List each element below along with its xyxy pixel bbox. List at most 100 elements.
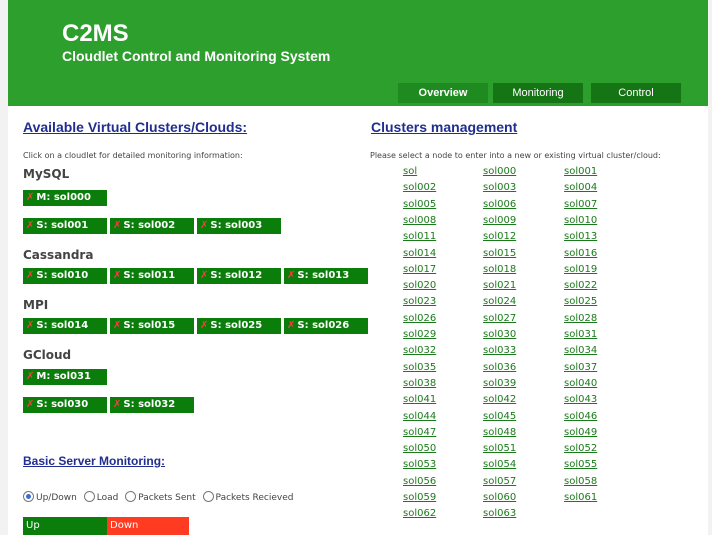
node-button-sol013[interactable]: ✗ S: sol013 xyxy=(284,268,368,284)
node-link-sol030[interactable]: sol030 xyxy=(483,329,516,340)
node-link-sol051[interactable]: sol051 xyxy=(483,443,516,454)
node-link-sol017[interactable]: sol017 xyxy=(403,264,436,275)
node-link-sol059[interactable]: sol059 xyxy=(403,492,436,503)
node-link-sol011[interactable]: sol011 xyxy=(403,231,436,242)
node-link-sol015[interactable]: sol015 xyxy=(483,248,516,259)
node-link-sol008[interactable]: sol008 xyxy=(403,215,436,226)
x-remove-icon[interactable]: ✗ xyxy=(26,220,34,231)
node-link-sol014[interactable]: sol014 xyxy=(403,248,436,259)
node-link-sol044[interactable]: sol044 xyxy=(403,411,436,422)
node-button-sol011[interactable]: ✗ S: sol011 xyxy=(110,268,194,284)
node-link-sol019[interactable]: sol019 xyxy=(564,264,597,275)
node-link-sol031[interactable]: sol031 xyxy=(564,329,597,340)
node-button-sol003[interactable]: ✗ S: sol003 xyxy=(197,218,281,234)
node-link-sol020[interactable]: sol020 xyxy=(403,280,436,291)
x-remove-icon[interactable]: ✗ xyxy=(113,220,121,231)
x-remove-icon[interactable]: ✗ xyxy=(200,320,208,331)
x-remove-icon[interactable]: ✗ xyxy=(26,320,34,331)
node-link-sol042[interactable]: sol042 xyxy=(483,394,516,405)
node-button-sol000[interactable]: ✗ M: sol000 xyxy=(23,190,107,206)
node-link-sol010[interactable]: sol010 xyxy=(564,215,597,226)
nav-overview-button[interactable]: Overview xyxy=(398,83,488,103)
node-link-sol001[interactable]: sol001 xyxy=(564,166,597,177)
node-link-sol034[interactable]: sol034 xyxy=(564,345,597,356)
node-link-sol048[interactable]: sol048 xyxy=(483,427,516,438)
node-link-sol053[interactable]: sol053 xyxy=(403,459,436,470)
available-clusters-heading[interactable]: Available Virtual Clusters/Clouds: xyxy=(23,119,247,135)
node-link-sol029[interactable]: sol029 xyxy=(403,329,436,340)
node-button-sol026[interactable]: ✗ S: sol026 xyxy=(284,318,368,334)
node-link-sol040[interactable]: sol040 xyxy=(564,378,597,389)
x-remove-icon[interactable]: ✗ xyxy=(200,220,208,231)
node-link-sol005[interactable]: sol005 xyxy=(403,199,436,210)
x-remove-icon[interactable]: ✗ xyxy=(113,320,121,331)
node-link-sol052[interactable]: sol052 xyxy=(564,443,597,454)
node-link-sol027[interactable]: sol027 xyxy=(483,313,516,324)
node-link-sol022[interactable]: sol022 xyxy=(564,280,597,291)
radio-icon[interactable] xyxy=(83,491,95,502)
x-remove-icon[interactable]: ✗ xyxy=(26,371,34,382)
node-button-sol012[interactable]: ✗ S: sol012 xyxy=(197,268,281,284)
radio-updown[interactable]: Up/Down xyxy=(23,491,77,503)
x-remove-icon[interactable]: ✗ xyxy=(26,192,34,203)
node-link-sol041[interactable]: sol041 xyxy=(403,394,436,405)
node-link-sol050[interactable]: sol050 xyxy=(403,443,436,454)
radio-load[interactable]: Load xyxy=(83,491,118,503)
node-link-sol049[interactable]: sol049 xyxy=(564,427,597,438)
node-link-sol033[interactable]: sol033 xyxy=(483,345,516,356)
radio-selected-icon[interactable] xyxy=(23,491,34,502)
node-link-sol003[interactable]: sol003 xyxy=(483,182,516,193)
node-link-sol016[interactable]: sol016 xyxy=(564,248,597,259)
x-remove-icon[interactable]: ✗ xyxy=(113,399,121,410)
node-link-sol047[interactable]: sol047 xyxy=(403,427,436,438)
radio-packets-received[interactable]: Packets Recieved xyxy=(202,491,294,503)
node-link-sol002[interactable]: sol002 xyxy=(403,182,436,193)
radio-icon[interactable] xyxy=(202,491,214,502)
node-button-sol014[interactable]: ✗ S: sol014 xyxy=(23,318,107,334)
node-link-sol038[interactable]: sol038 xyxy=(403,378,436,389)
node-link-sol013[interactable]: sol013 xyxy=(564,231,597,242)
node-button-sol025[interactable]: ✗ S: sol025 xyxy=(197,318,281,334)
node-button-sol002[interactable]: ✗ S: sol002 xyxy=(110,218,194,234)
node-link-sol026[interactable]: sol026 xyxy=(403,313,436,324)
node-link-sol043[interactable]: sol043 xyxy=(564,394,597,405)
node-link-sol039[interactable]: sol039 xyxy=(483,378,516,389)
node-link-sol037[interactable]: sol037 xyxy=(564,362,597,373)
node-button-sol031[interactable]: ✗ M: sol031 xyxy=(23,369,107,385)
node-link-sol021[interactable]: sol021 xyxy=(483,280,516,291)
x-remove-icon[interactable]: ✗ xyxy=(113,270,121,281)
node-button-sol030[interactable]: ✗ S: sol030 xyxy=(23,397,107,413)
node-link-sol062[interactable]: sol062 xyxy=(403,508,436,519)
nav-monitoring-button[interactable]: Monitoring xyxy=(493,83,583,103)
node-button-sol032[interactable]: ✗ S: sol032 xyxy=(110,397,194,413)
node-link-sol000[interactable]: sol000 xyxy=(483,166,516,177)
node-link-sol009[interactable]: sol009 xyxy=(483,215,516,226)
x-remove-icon[interactable]: ✗ xyxy=(287,270,295,281)
node-link-sol055[interactable]: sol055 xyxy=(564,459,597,470)
node-link-sol028[interactable]: sol028 xyxy=(564,313,597,324)
radio-packets-sent[interactable]: Packets Sent xyxy=(125,491,196,503)
node-link-sol046[interactable]: sol046 xyxy=(564,411,597,422)
node-link-sol061[interactable]: sol061 xyxy=(564,492,597,503)
radio-icon[interactable] xyxy=(125,491,137,502)
node-link-sol045[interactable]: sol045 xyxy=(483,411,516,422)
node-link-sol004[interactable]: sol004 xyxy=(564,182,597,193)
node-link-sol007[interactable]: sol007 xyxy=(564,199,597,210)
node-link-sol056[interactable]: sol056 xyxy=(403,476,436,487)
x-remove-icon[interactable]: ✗ xyxy=(287,320,295,331)
nav-control-button[interactable]: Control xyxy=(591,83,681,103)
node-link-sol054[interactable]: sol054 xyxy=(483,459,516,470)
clusters-management-heading[interactable]: Clusters management xyxy=(371,119,517,135)
x-remove-icon[interactable]: ✗ xyxy=(26,399,34,410)
node-link-sol060[interactable]: sol060 xyxy=(483,492,516,503)
node-link-sol057[interactable]: sol057 xyxy=(483,476,516,487)
node-button-sol010[interactable]: ✗ S: sol010 xyxy=(23,268,107,284)
node-link-sol018[interactable]: sol018 xyxy=(483,264,516,275)
basic-monitoring-heading[interactable]: Basic Server Monitoring: xyxy=(23,454,165,468)
x-remove-icon[interactable]: ✗ xyxy=(26,270,34,281)
node-link-sol063[interactable]: sol063 xyxy=(483,508,516,519)
node-link-sol023[interactable]: sol023 xyxy=(403,296,436,307)
x-remove-icon[interactable]: ✗ xyxy=(200,270,208,281)
node-link-sol035[interactable]: sol035 xyxy=(403,362,436,373)
node-link-sol025[interactable]: sol025 xyxy=(564,296,597,307)
